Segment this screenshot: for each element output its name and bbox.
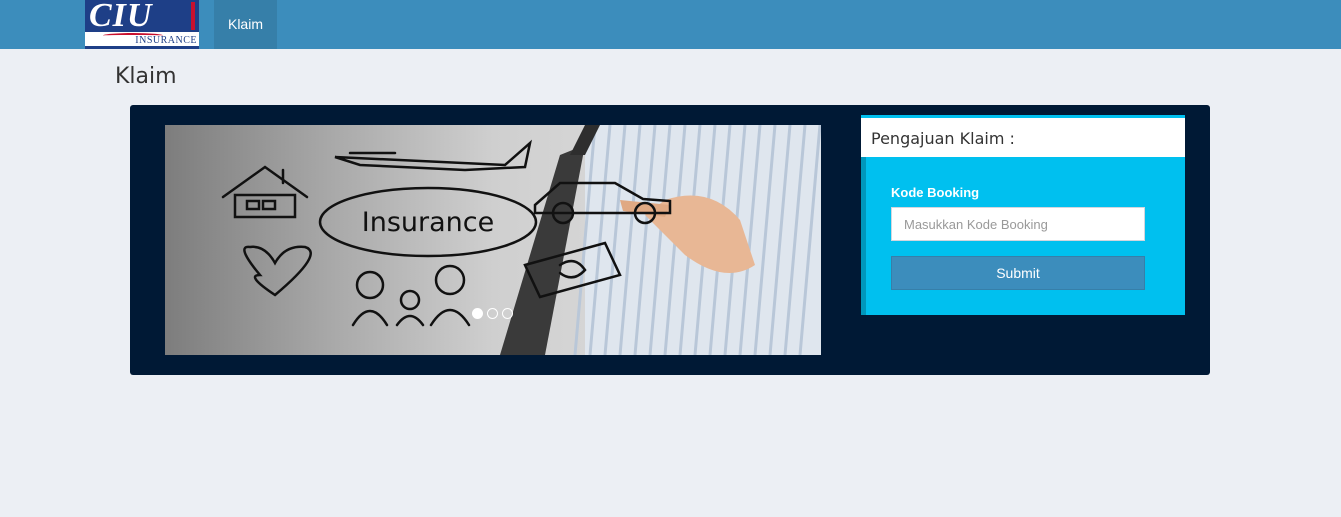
carousel-dot-3[interactable] xyxy=(502,308,513,319)
top-navbar: CIU INSURANCE Klaim xyxy=(0,0,1341,49)
logo-sub-text: INSURANCE xyxy=(135,35,197,46)
content-panel: Insurance Pengajuan Klaim : Kode Booking… xyxy=(130,105,1210,375)
insurance-illustration: Insurance xyxy=(221,125,821,355)
carousel-dot-1[interactable] xyxy=(472,308,483,319)
page-title: Klaim xyxy=(115,64,177,89)
submit-button[interactable]: Submit xyxy=(891,256,1145,290)
nav-tab-klaim[interactable]: Klaim xyxy=(214,0,277,49)
logo-main-text: CIU xyxy=(89,0,153,34)
carousel-dot-2[interactable] xyxy=(487,308,498,319)
carousel-indicators xyxy=(472,308,513,319)
slide-caption: Insurance xyxy=(362,207,494,238)
booking-code-input[interactable] xyxy=(891,207,1145,241)
claim-form-title: Pengajuan Klaim : xyxy=(871,129,1015,148)
logo-bottom-band xyxy=(85,46,199,49)
image-carousel[interactable]: Insurance xyxy=(165,125,821,355)
claim-form-box: Pengajuan Klaim : Kode Booking Submit xyxy=(861,115,1185,315)
logo-red-bar xyxy=(191,2,195,30)
claim-form-header: Pengajuan Klaim : xyxy=(861,115,1185,157)
claim-form-body: Kode Booking Submit xyxy=(861,157,1185,315)
ciu-insurance-logo[interactable]: CIU INSURANCE xyxy=(85,0,199,49)
booking-code-label: Kode Booking xyxy=(891,185,980,200)
